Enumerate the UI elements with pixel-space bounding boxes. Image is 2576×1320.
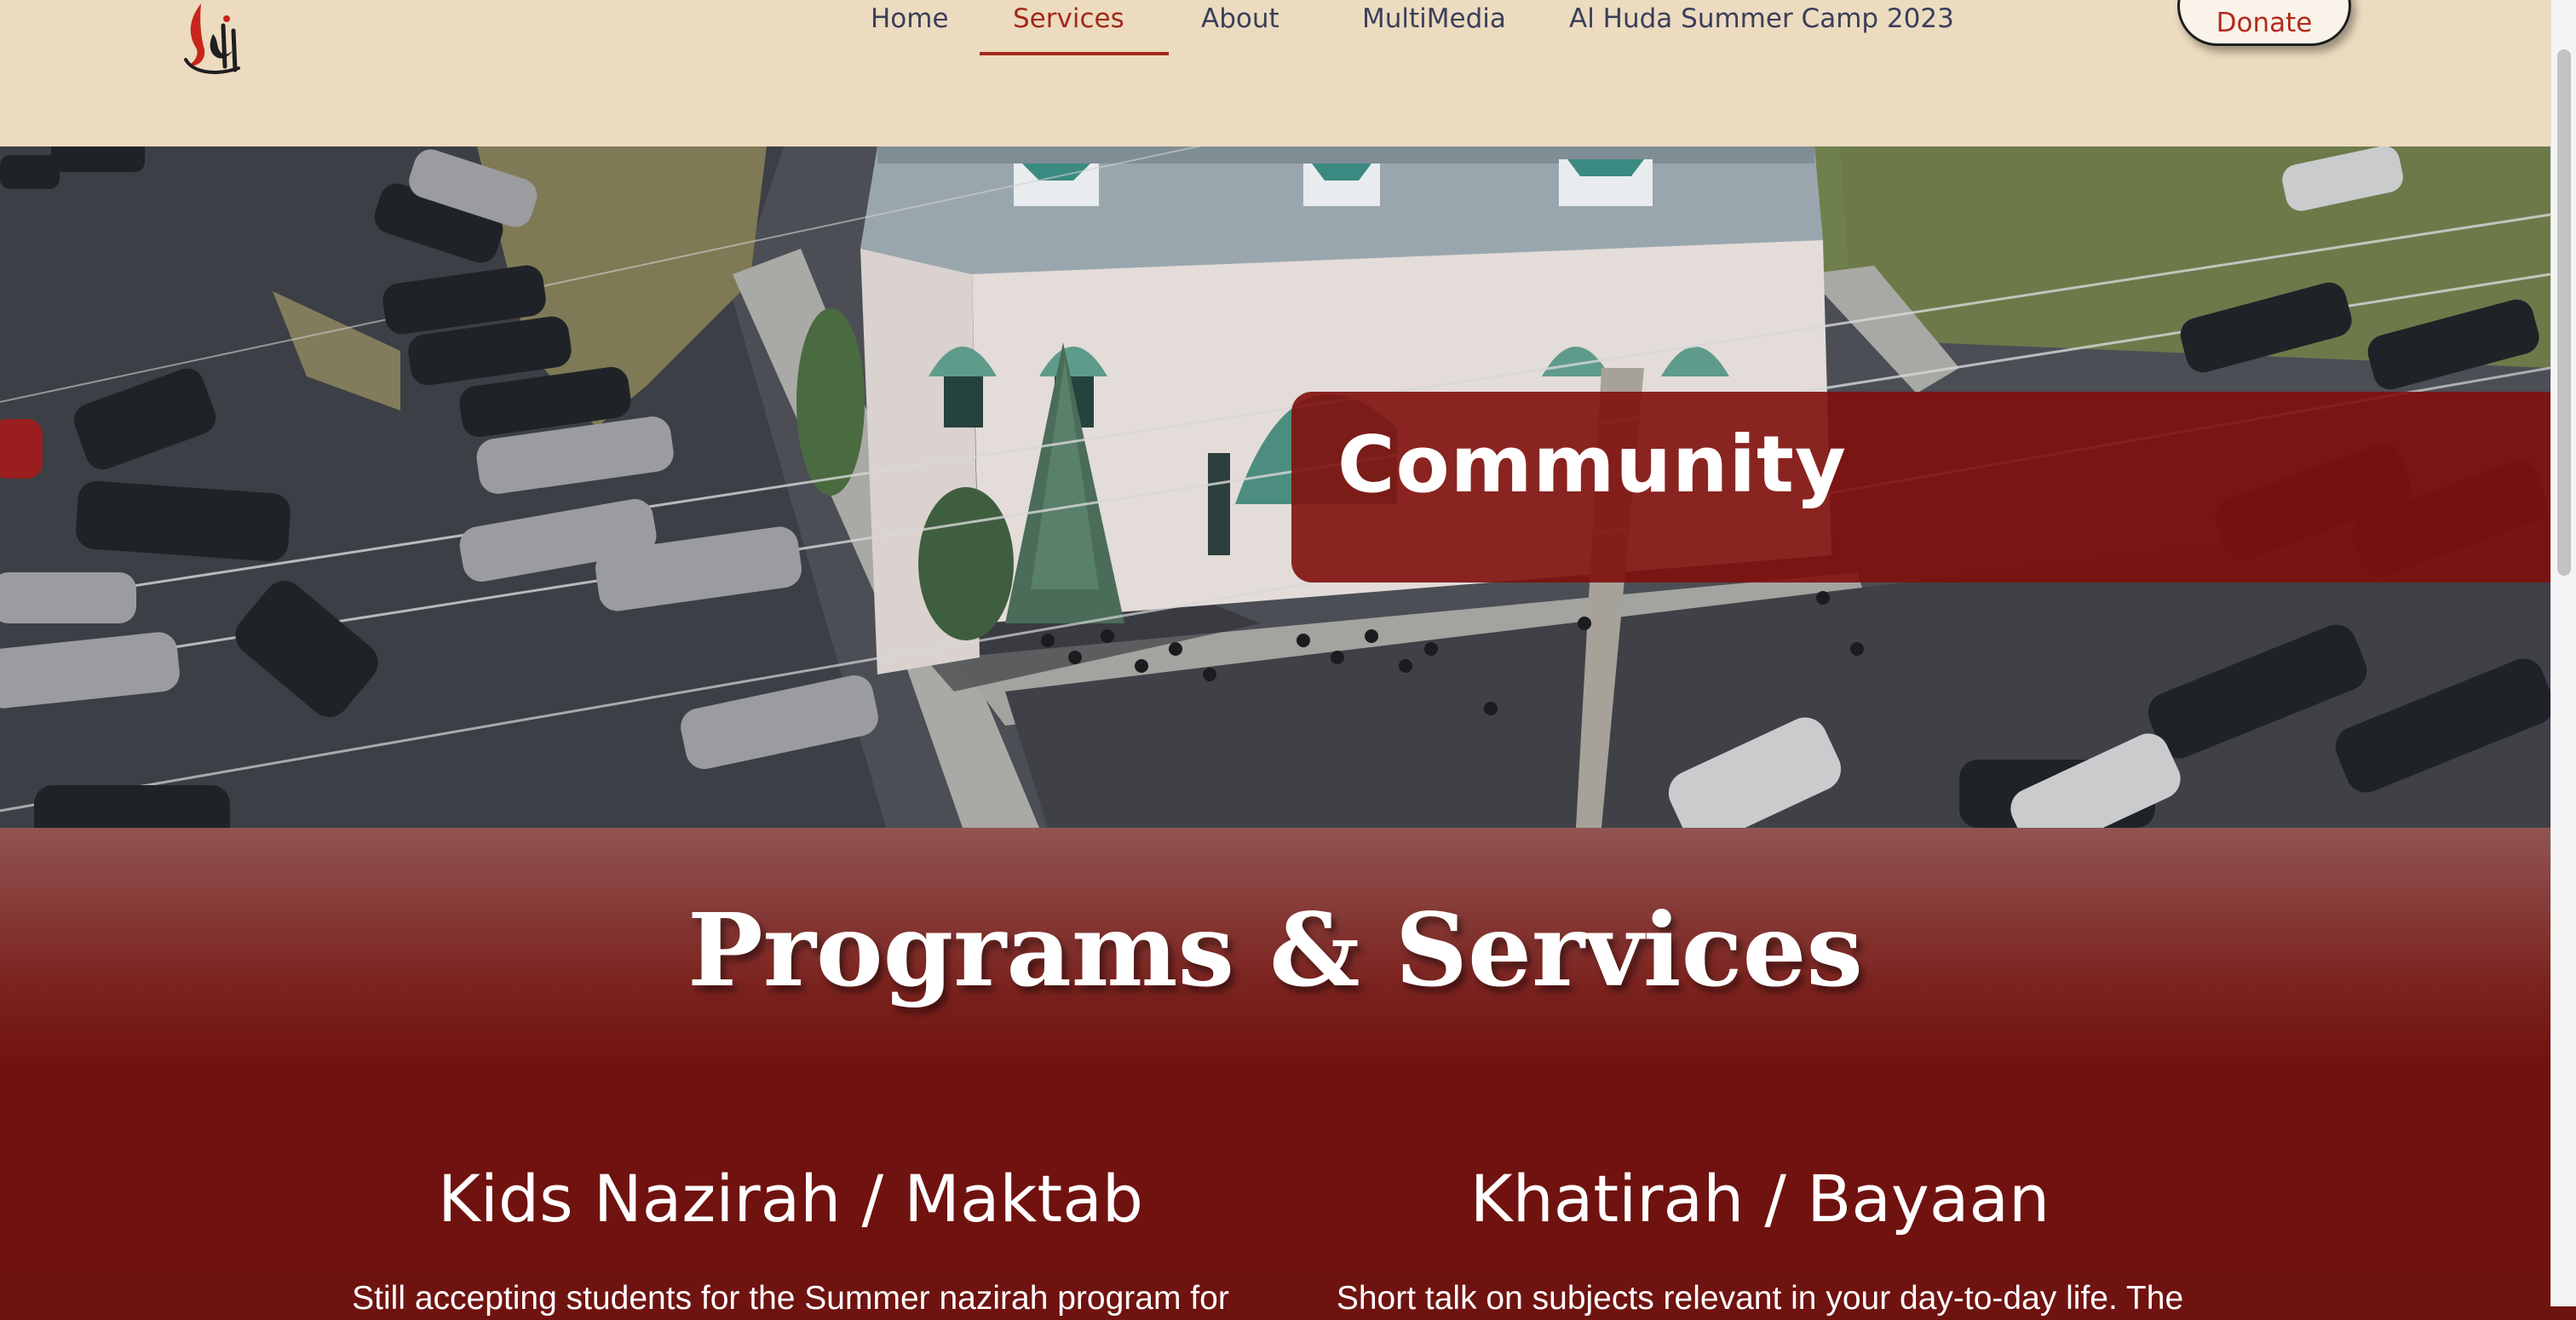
active-nav-indicator — [980, 52, 1169, 55]
site-header: Home Services About MultiMedia Al Huda S… — [0, 0, 2550, 146]
donate-button[interactable]: Donate — [2177, 0, 2351, 46]
program-card-kids-nazirah: Kids Nazirah / Maktab Still accepting st… — [305, 1158, 1276, 1320]
nav-multimedia[interactable]: MultiMedia — [1362, 0, 1506, 37]
program-description: Still accepting students for the Summer … — [352, 1280, 1229, 1317]
hero-section: Community — [0, 146, 2550, 828]
nav-about[interactable]: About — [1201, 0, 1279, 37]
nav-home[interactable]: Home — [871, 0, 949, 37]
page-scrollbar[interactable] — [2550, 0, 2576, 1306]
main-nav: Home Services About MultiMedia Al Huda S… — [0, 0, 2550, 60]
community-title: Community — [1337, 419, 1847, 510]
program-description: Short talk on subjects relevant in your … — [1336, 1280, 2184, 1317]
nav-summer-camp[interactable]: Al Huda Summer Camp 2023 — [1569, 0, 1954, 37]
scrollbar-thumb[interactable] — [2557, 49, 2571, 576]
programs-title: Programs & Services — [687, 891, 1863, 1009]
program-card-khatirah: Khatirah / Bayaan Short talk on subjects… — [1274, 1158, 2245, 1320]
community-banner: Community — [1291, 392, 2550, 583]
programs-section: Programs & Services Kids Nazirah / Makta… — [0, 828, 2550, 1317]
program-title: Kids Nazirah / Maktab — [437, 1161, 1144, 1237]
program-title: Khatirah / Bayaan — [1469, 1161, 2050, 1237]
nav-services[interactable]: Services — [1013, 0, 1124, 37]
